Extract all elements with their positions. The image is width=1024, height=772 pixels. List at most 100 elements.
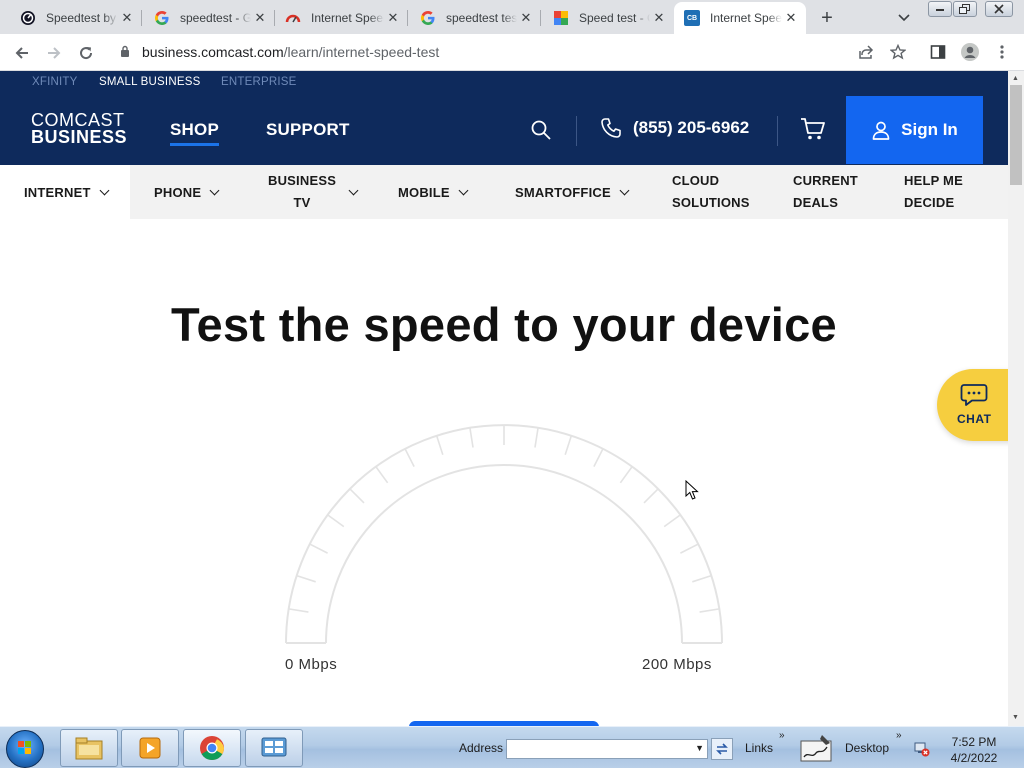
gauge-tick xyxy=(692,574,712,583)
top-link-xfinity[interactable]: XFINITY xyxy=(32,76,78,88)
restore-button[interactable] xyxy=(953,1,977,17)
address-bar[interactable]: business.comcast.com/learn/internet-spee… xyxy=(108,38,920,66)
subnav-cloud-solutions[interactable]: CLOUD SOLUTIONS xyxy=(672,165,750,219)
page-title: Test the speed to your device xyxy=(170,298,837,351)
main-header: COMCAST BUSINESS SHOP SUPPORT (855) 205-… xyxy=(0,96,1008,165)
go-icon[interactable] xyxy=(711,738,733,760)
close-tab-icon[interactable]: ✕ xyxy=(251,9,269,27)
control-panel-taskbar-button[interactable] xyxy=(245,729,303,767)
browser-tab[interactable]: Speed test - Google ✕ xyxy=(541,2,674,34)
subnav-current-deals[interactable]: CURRENT DEALS xyxy=(793,165,858,219)
google-icon xyxy=(154,10,170,26)
dropdown-arrow-icon[interactable]: ▼ xyxy=(695,743,704,753)
sign-in-button[interactable]: Sign In xyxy=(846,96,983,164)
subnav-help-me-decide[interactable]: HELP ME DECIDE xyxy=(904,165,963,219)
new-tab-button[interactable]: + xyxy=(815,6,839,30)
chevron-right-icon[interactable]: » xyxy=(896,730,902,741)
scroll-down-icon[interactable]: ▼ xyxy=(1012,714,1020,722)
minimize-button[interactable] xyxy=(928,1,952,17)
nav-shop[interactable]: SHOP xyxy=(170,120,219,146)
scroll-up-icon[interactable]: ▲ xyxy=(1012,75,1020,83)
chrome-taskbar-button[interactable] xyxy=(183,729,241,767)
tab-strip: Speedtest by Ookla ✕ speedtest - Google … xyxy=(0,0,1024,34)
browser-tab[interactable]: Internet Speed Test ✕ xyxy=(275,2,408,34)
close-window-button[interactable] xyxy=(985,1,1013,17)
subnav-phone[interactable]: PHONE xyxy=(154,165,220,219)
chat-button[interactable]: CHAT xyxy=(937,369,1008,441)
gauge-tick xyxy=(309,543,328,554)
subnav-smartoffice[interactable]: SMARTOFFICE xyxy=(515,165,630,219)
top-link-enterprise[interactable]: ENTERPRISE xyxy=(221,76,297,88)
phone-link[interactable]: (855) 205-6962 xyxy=(600,117,749,139)
mouse-cursor-icon xyxy=(685,480,699,500)
utility-nav: XFINITY SMALL BUSINESS ENTERPRISE xyxy=(0,71,1008,96)
subnav-business-tv[interactable]: BUSINESS TV xyxy=(268,165,359,219)
browser-toolbar: business.comcast.com/learn/internet-spee… xyxy=(0,34,1024,71)
chrome-icon xyxy=(200,736,224,761)
chevron-right-icon[interactable]: » xyxy=(779,730,785,741)
gauge-tick xyxy=(643,488,659,504)
bookmark-star-icon[interactable] xyxy=(888,42,908,62)
explorer-taskbar-button[interactable] xyxy=(60,729,118,767)
gauge-tick xyxy=(349,488,365,504)
close-tab-icon[interactable]: ✕ xyxy=(384,9,402,27)
back-button[interactable] xyxy=(10,41,34,65)
browser-tab[interactable]: speedtest test - Google Search ✕ xyxy=(408,2,541,34)
folder-icon xyxy=(75,737,103,760)
close-tab-icon[interactable]: ✕ xyxy=(782,9,800,27)
chat-bubble-icon xyxy=(960,384,988,406)
subnav-label: DEALS xyxy=(793,195,839,210)
share-icon[interactable] xyxy=(856,42,876,62)
forward-button[interactable] xyxy=(42,41,66,65)
close-tab-icon[interactable]: ✕ xyxy=(118,9,136,27)
subnav-label: BUSINESS xyxy=(268,173,337,188)
close-tab-icon[interactable]: ✕ xyxy=(517,9,535,27)
chat-label: CHAT xyxy=(957,412,992,426)
page-scrollbar[interactable]: ▲ ▼ xyxy=(1008,71,1024,726)
gauge-tick xyxy=(327,514,345,528)
sign-in-label: Sign In xyxy=(901,120,958,139)
logo-line-2: BUSINESS xyxy=(31,127,128,147)
links-toolbar-label[interactable]: Links xyxy=(745,741,773,755)
signature-pad-icon[interactable] xyxy=(800,733,832,763)
browser-tab[interactable]: Speedtest by Ookla ✕ xyxy=(8,2,142,34)
subnav-mobile[interactable]: MOBILE xyxy=(398,165,469,219)
tab-search-icon[interactable] xyxy=(894,8,914,28)
header-divider xyxy=(777,116,778,146)
side-panel-icon[interactable] xyxy=(928,42,948,62)
subnav-label: MOBILE xyxy=(398,184,450,200)
cart-icon[interactable] xyxy=(800,117,826,141)
chevron-down-icon xyxy=(209,185,220,195)
chevron-down-icon xyxy=(99,185,110,195)
gauge-tick xyxy=(593,448,604,467)
browser-menu-icon[interactable] xyxy=(992,42,1012,62)
gauge-tick xyxy=(534,427,539,448)
profile-avatar-icon[interactable] xyxy=(960,42,980,62)
browser-tab[interactable]: speedtest - Google Search ✕ xyxy=(142,2,275,34)
tab-title: Internet Speed Test xyxy=(710,11,782,25)
reload-button[interactable] xyxy=(74,41,98,65)
lock-icon xyxy=(121,45,129,57)
gauge-tick xyxy=(469,427,474,448)
system-clock[interactable]: 7:52 PM 4/2/2022 xyxy=(944,734,1004,766)
clock-date: 4/2/2022 xyxy=(950,751,998,765)
scrollbar-thumb[interactable] xyxy=(1010,85,1022,185)
start-button[interactable] xyxy=(6,730,44,768)
clock-time: 7:52 PM xyxy=(951,735,997,749)
network-error-icon[interactable] xyxy=(914,741,930,757)
chevron-down-icon xyxy=(619,185,630,195)
speedtest-icon xyxy=(20,10,36,26)
media-player-icon xyxy=(139,737,161,759)
nav-support[interactable]: SUPPORT xyxy=(266,120,350,140)
subnav-internet[interactable]: INTERNET xyxy=(24,165,110,219)
browser-tab-active[interactable]: CB Internet Speed Test ✕ xyxy=(674,2,806,34)
taskbar-address-input[interactable]: ▼ xyxy=(506,739,708,759)
close-tab-icon[interactable]: ✕ xyxy=(650,9,668,27)
search-icon[interactable] xyxy=(530,119,552,141)
top-link-small-business[interactable]: SMALL BUSINESS xyxy=(99,76,200,88)
desktop-toolbar-label[interactable]: Desktop xyxy=(845,741,889,755)
comcast-business-logo[interactable]: COMCAST BUSINESS xyxy=(31,111,128,147)
url-path: /learn/internet-speed-test xyxy=(283,44,440,60)
photos-icon xyxy=(553,10,569,26)
media-player-taskbar-button[interactable] xyxy=(121,729,179,767)
